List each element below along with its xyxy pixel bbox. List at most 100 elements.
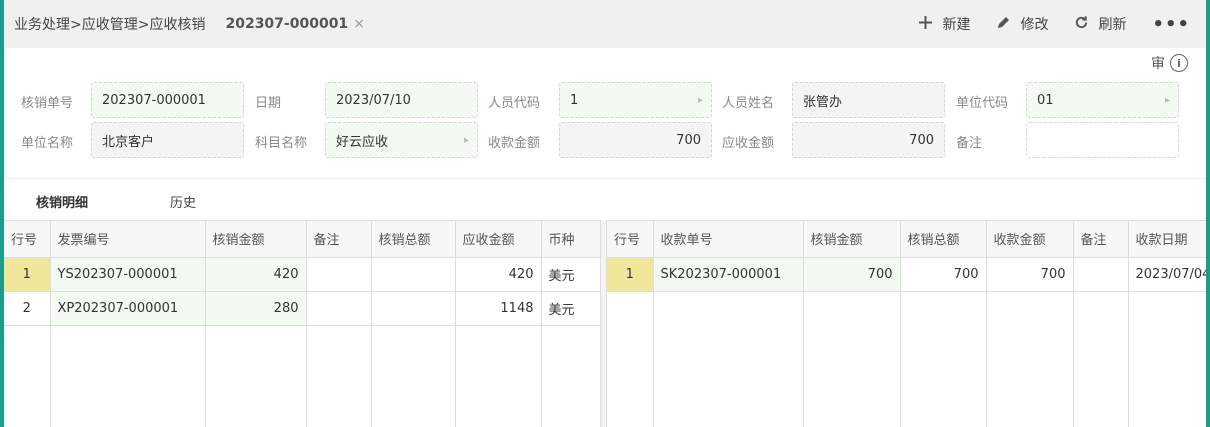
tab-document[interactable]: 202307-000001 <box>225 16 348 32</box>
col-header[interactable]: 备注 <box>306 221 372 258</box>
writeoff-amount-cell[interactable]: 280 <box>205 291 307 326</box>
writeoff-amount-cell[interactable]: 420 <box>205 257 307 292</box>
unit-name-label: 单位名称 <box>21 136 74 151</box>
receipt-table: 行号 收款单号 核销金额 核销总额 收款金额 备注 收款日期 1 SK20230… <box>607 221 1206 427</box>
plus-icon <box>918 15 933 34</box>
col-header[interactable]: 行号 <box>607 221 654 258</box>
invoice-no-cell[interactable]: YS202307-000001 <box>50 257 206 292</box>
info-icon[interactable]: i <box>1170 54 1188 72</box>
unit-code-field[interactable]: 01 ▸ <box>1026 82 1179 118</box>
col-header[interactable]: 应收金额 <box>455 221 542 258</box>
receivable-amount-value: 700 <box>909 132 934 148</box>
currency-cell: 美元 <box>541 257 601 292</box>
currency-cell: 美元 <box>541 291 601 326</box>
tab-history[interactable]: 历史 <box>170 192 196 211</box>
top-bar: 业务处理>应收管理>应收核销 202307-000001 × 新建 修改 刷新 … <box>4 0 1206 48</box>
grid-splitter[interactable] <box>600 220 607 427</box>
empty-row <box>607 291 1206 427</box>
invoice-grid: 行号 发票编号 核销金额 备注 核销总额 应收金额 币种 1 YS202307-… <box>4 220 601 427</box>
invoice-header-row: 行号 发票编号 核销金额 备注 核销总额 应收金额 币种 <box>4 221 601 258</box>
unit-name-field: 北京客户 <box>91 122 244 158</box>
unit-code-label: 单位代码 <box>956 96 1009 111</box>
col-header[interactable]: 收款单号 <box>653 221 804 258</box>
audit-label: 审 <box>1151 56 1165 72</box>
empty-row <box>4 325 601 427</box>
section-divider <box>4 178 1206 179</box>
new-button-label: 新建 <box>942 17 971 33</box>
new-button[interactable]: 新建 <box>918 14 970 34</box>
table-row[interactable]: 1 YS202307-000001 420 420 美元 <box>4 257 601 292</box>
col-header[interactable]: 收款日期 <box>1128 221 1206 258</box>
invoice-no-cell[interactable]: XP202307-000001 <box>50 291 206 326</box>
subject-label: 科目名称 <box>255 136 308 151</box>
audit-status[interactable]: 审 i <box>1151 53 1188 73</box>
tab-detail[interactable]: 核销明细 <box>36 192 88 211</box>
toolbar: 新建 修改 刷新 ••• <box>918 0 1206 48</box>
receivable-amount-cell: 420 <box>455 257 542 292</box>
receivable-amount-cell: 1148 <box>455 291 542 326</box>
remark-cell[interactable] <box>1073 257 1129 292</box>
invoice-table: 行号 发票编号 核销金额 备注 核销总额 应收金额 币种 1 YS202307-… <box>4 221 601 427</box>
remark-label: 备注 <box>956 136 983 151</box>
unit-name-value: 北京客户 <box>102 134 155 150</box>
writeoff-amount-cell[interactable]: 700 <box>803 257 901 292</box>
staff-name-value: 张管办 <box>803 94 843 110</box>
close-icon[interactable]: × <box>353 16 365 32</box>
writeoff-total-cell: 700 <box>900 257 987 292</box>
subject-field[interactable]: 好云应收 ▸ <box>325 122 478 158</box>
staff-name-field: 张管办 <box>792 82 945 118</box>
chevron-right-icon[interactable]: ▸ <box>698 95 703 106</box>
pencil-icon <box>996 15 1011 34</box>
col-header[interactable]: 币种 <box>541 221 601 258</box>
receipt-grid: 行号 收款单号 核销金额 核销总额 收款金额 备注 收款日期 1 SK20230… <box>607 220 1206 427</box>
row-number[interactable]: 2 <box>4 291 51 326</box>
received-amount-cell: 700 <box>986 257 1074 292</box>
table-row[interactable]: 2 XP202307-000001 280 1148 美元 <box>4 291 601 326</box>
voucher-no-label: 核销单号 <box>21 96 74 111</box>
date-label: 日期 <box>255 96 282 111</box>
receipt-header-row: 行号 收款单号 核销金额 核销总额 收款金额 备注 收款日期 <box>607 221 1206 258</box>
edit-button[interactable]: 修改 <box>996 14 1048 34</box>
subject-value: 好云应收 <box>336 134 389 150</box>
writeoff-total-cell <box>371 291 456 326</box>
col-header[interactable]: 核销金额 <box>205 221 307 258</box>
refresh-button[interactable]: 刷新 <box>1074 14 1126 34</box>
staff-code-label: 人员代码 <box>488 96 541 111</box>
staff-code-field[interactable]: 1 ▸ <box>559 82 712 118</box>
breadcrumb[interactable]: 业务处理>应收管理>应收核销 <box>4 14 205 34</box>
voucher-no-field[interactable]: 202307-000001 <box>91 82 244 118</box>
receivable-amount-field: 700 <box>792 122 945 158</box>
table-row[interactable]: 1 SK202307-000001 700 700 700 2023/07/04 <box>607 257 1206 292</box>
col-header[interactable]: 备注 <box>1073 221 1129 258</box>
writeoff-total-cell <box>371 257 456 292</box>
received-amount-label: 收款金额 <box>488 136 541 151</box>
col-header[interactable]: 收款金额 <box>986 221 1074 258</box>
receivable-amount-label: 应收金额 <box>722 136 775 151</box>
unit-code-value: 01 <box>1037 92 1054 108</box>
remark-field[interactable] <box>1026 122 1179 158</box>
col-header[interactable]: 核销总额 <box>900 221 987 258</box>
staff-name-label: 人员姓名 <box>722 96 775 111</box>
staff-code-value: 1 <box>570 92 579 108</box>
remark-cell[interactable] <box>306 257 372 292</box>
chevron-right-icon[interactable]: ▸ <box>464 135 469 146</box>
refresh-icon <box>1074 15 1089 34</box>
chevron-right-icon[interactable]: ▸ <box>1165 95 1170 106</box>
more-button[interactable]: ••• <box>1152 14 1190 35</box>
row-number[interactable]: 1 <box>607 257 654 292</box>
receipt-no-cell[interactable]: SK202307-000001 <box>653 257 804 292</box>
col-header[interactable]: 核销总额 <box>371 221 456 258</box>
remark-cell[interactable] <box>306 291 372 326</box>
voucher-no-value: 202307-000001 <box>102 92 206 108</box>
col-header[interactable]: 核销金额 <box>803 221 901 258</box>
edit-button-label: 修改 <box>1020 17 1049 33</box>
receipt-date-cell: 2023/07/04 <box>1128 257 1206 292</box>
date-field[interactable]: 2023/07/10 <box>325 82 478 118</box>
col-header[interactable]: 行号 <box>4 221 51 258</box>
received-amount-value: 700 <box>676 132 701 148</box>
col-header[interactable]: 发票编号 <box>50 221 206 258</box>
refresh-button-label: 刷新 <box>1098 17 1127 33</box>
date-value: 2023/07/10 <box>336 92 411 108</box>
row-number[interactable]: 1 <box>4 257 51 292</box>
received-amount-field: 700 <box>559 122 712 158</box>
